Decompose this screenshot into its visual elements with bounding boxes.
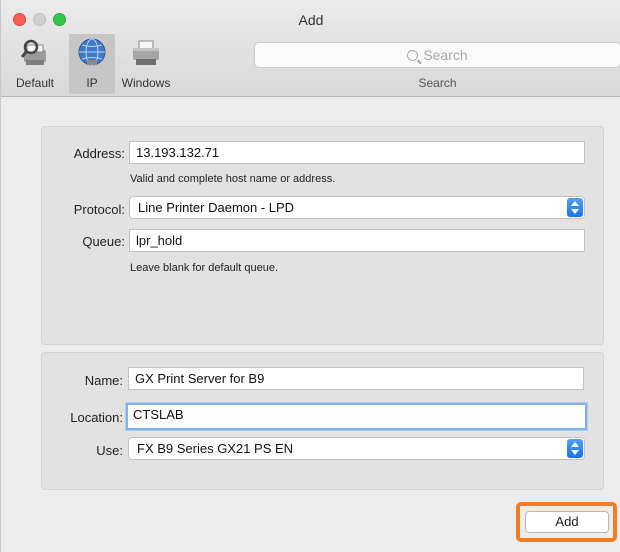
protocol-popup[interactable]: Line Printer Daemon - LPD — [129, 196, 585, 219]
name-field[interactable]: GX Print Server for B9 — [128, 367, 584, 390]
use-label: Use: — [96, 443, 123, 458]
use-driver-popup[interactable]: FX B9 Series GX21 PS EN — [128, 437, 585, 460]
protocol-label: Protocol: — [73, 202, 125, 217]
use-driver-value: FX B9 Series GX21 PS EN — [137, 441, 294, 456]
name-label: Name: — [84, 373, 123, 388]
address-field[interactable]: 13.193.132.71 — [129, 141, 585, 164]
add-button[interactable]: Add — [525, 511, 609, 533]
queue-label: Queue: — [82, 234, 125, 249]
location-label: Location: — [70, 410, 123, 425]
queue-field[interactable]: lpr_hold — [129, 229, 585, 252]
magnifying-glass-icon — [407, 50, 419, 61]
windows-printer-icon — [133, 40, 159, 65]
default-printer-icon — [20, 39, 46, 65]
globe-icon — [78, 38, 106, 66]
search-field[interactable]: Search — [254, 42, 620, 68]
window-title: Add — [298, 12, 324, 28]
toolbar-item-default-label: Default — [15, 76, 55, 90]
toolbar-item-ip-label: IP — [86, 76, 98, 90]
toolbar: Add Default IP Windows Search Search — [1, 0, 620, 97]
location-field[interactable]: CTSLAB — [126, 403, 587, 430]
address-hint: Valid and complete host name or address. — [130, 173, 336, 185]
queue-hint: Leave blank for default queue. — [130, 262, 279, 274]
address-label: Address: — [73, 146, 125, 161]
toolbar-item-windows-label: Windows — [121, 76, 171, 90]
add-printer-window: Add Default IP Windows Search Search Add… — [0, 0, 620, 552]
toolbar-item-ip[interactable]: IP — [69, 34, 115, 94]
popup-arrows-icon — [567, 198, 583, 217]
toolbar-item-default[interactable]: Default — [1, 34, 69, 94]
popup-arrows-icon — [567, 439, 583, 458]
search-label: Search — [418, 76, 457, 90]
search-placeholder: Search — [423, 47, 468, 63]
protocol-value: Line Printer Daemon - LPD — [138, 200, 295, 215]
toolbar-item-windows[interactable]: Windows — [115, 34, 177, 94]
